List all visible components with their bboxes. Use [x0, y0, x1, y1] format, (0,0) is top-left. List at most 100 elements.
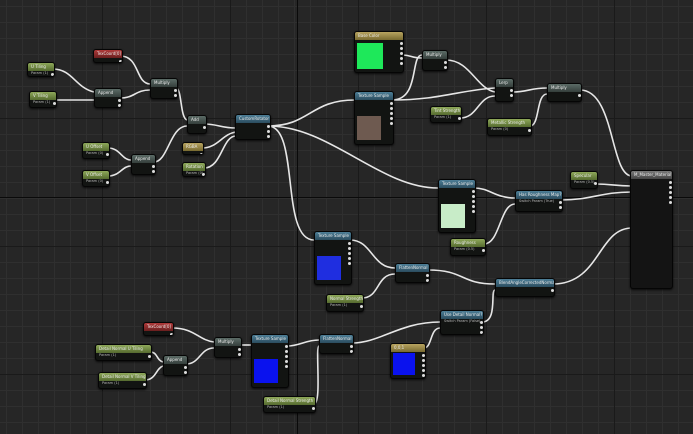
output-pin[interactable] — [348, 262, 351, 265]
node-append-detail[interactable]: Append — [163, 355, 188, 376]
output-pin[interactable] — [267, 135, 270, 138]
node-flatten-normal[interactable]: FlattenNormal — [395, 263, 430, 283]
output-pin[interactable] — [422, 369, 425, 372]
node-texture-roughness[interactable]: Texture Sample — [438, 179, 476, 233]
node-append-offset[interactable]: Append — [131, 154, 156, 175]
node-texcoord-detail[interactable]: TexCoord[0] — [143, 322, 174, 336]
output-pin[interactable] — [53, 102, 56, 105]
node-multiply-detail[interactable]: Multiply — [214, 337, 242, 358]
output-pin[interactable] — [400, 62, 403, 65]
output-pin[interactable] — [444, 66, 447, 69]
output-pin[interactable] — [510, 89, 513, 92]
output-pin[interactable] — [528, 129, 531, 132]
output-pin[interactable] — [390, 122, 393, 125]
node-tint-strength[interactable]: Tint Strength Param (1) — [430, 106, 462, 123]
node-texcoord-top[interactable]: TexCoord[0] — [93, 49, 123, 63]
node-vector-const-detail[interactable]: 0,0,1 — [390, 343, 426, 379]
output-pin[interactable] — [444, 61, 447, 64]
node-texture-detail[interactable]: Texture Sample — [251, 334, 289, 388]
output-pin[interactable] — [350, 350, 353, 353]
node-material-output[interactable]: M_Master_Material — [630, 170, 673, 289]
output-pin[interactable] — [390, 107, 393, 110]
output-pin[interactable] — [400, 57, 403, 60]
output-pin[interactable] — [148, 355, 151, 358]
output-pin[interactable] — [350, 345, 353, 348]
output-pin[interactable] — [422, 359, 425, 362]
output-pin[interactable] — [510, 94, 513, 97]
output-pin[interactable] — [400, 47, 403, 50]
output-pin[interactable] — [480, 321, 483, 324]
output-pin[interactable] — [312, 407, 315, 410]
output-pin[interactable] — [348, 257, 351, 260]
output-pin[interactable] — [203, 126, 206, 129]
output-pin[interactable] — [426, 279, 429, 282]
node-u-tiling[interactable]: U Tiling Param (1) — [27, 62, 55, 77]
output-pin[interactable] — [669, 191, 672, 194]
output-pin[interactable] — [152, 165, 155, 168]
node-u-offset[interactable]: U Offset Param (0) — [82, 142, 110, 159]
output-pin[interactable] — [267, 125, 270, 128]
node-add-top[interactable]: Add — [187, 115, 207, 134]
node-blend-angle-normals[interactable]: BlendAngleCorrectedNormals — [495, 278, 555, 297]
node-has-roughness-switch[interactable]: Has Roughness Map? Switch Param (True) — [515, 190, 563, 212]
output-pin[interactable] — [472, 205, 475, 208]
output-pin[interactable] — [390, 102, 393, 105]
output-pin[interactable] — [143, 383, 146, 386]
output-pin[interactable] — [106, 181, 109, 184]
node-multiply-color[interactable]: Multiply — [422, 50, 448, 71]
output-pin[interactable] — [360, 305, 363, 308]
output-pin[interactable] — [348, 242, 351, 245]
node-metallic-strength[interactable]: Metallic Strength Param (0) — [487, 118, 532, 136]
node-append-top[interactable]: Append — [94, 88, 122, 108]
output-pin[interactable] — [238, 348, 241, 351]
node-custom-rotator[interactable]: CustomRotator — [235, 114, 271, 140]
output-pin[interactable] — [285, 355, 288, 358]
node-use-detail-normal-switch[interactable]: Use Detail Normal? Switch Param (False) — [440, 310, 484, 335]
output-pin[interactable] — [285, 360, 288, 363]
node-normal-strength[interactable]: Normal Strength Param (1) — [326, 294, 364, 312]
output-pin[interactable] — [480, 331, 483, 334]
output-pin[interactable] — [400, 52, 403, 55]
output-pin[interactable] — [390, 112, 393, 115]
output-pin[interactable] — [348, 247, 351, 250]
output-pin[interactable] — [594, 182, 597, 185]
output-pin[interactable] — [551, 289, 554, 292]
output-pin[interactable] — [480, 326, 483, 329]
output-pin[interactable] — [106, 153, 109, 156]
node-texture-normal[interactable]: Texture Sample — [314, 231, 352, 285]
output-pin[interactable] — [170, 333, 173, 335]
output-pin[interactable] — [202, 173, 205, 176]
output-pin[interactable] — [267, 130, 270, 133]
output-pin[interactable] — [285, 345, 288, 348]
output-pin[interactable] — [669, 181, 672, 184]
output-pin[interactable] — [422, 354, 425, 357]
output-pin[interactable] — [669, 201, 672, 204]
node-roughness[interactable]: Roughness Param (0.5) — [450, 238, 486, 256]
output-pin[interactable] — [559, 206, 562, 209]
output-pin[interactable] — [51, 73, 54, 76]
output-pin[interactable] — [422, 374, 425, 377]
material-graph-canvas[interactable]: U Tiling Param (1) V Tiling Param (1) Te… — [0, 0, 693, 434]
output-pin[interactable] — [482, 249, 485, 252]
output-pin[interactable] — [184, 366, 187, 369]
node-rgba-const[interactable]: RGBA — [182, 142, 204, 155]
output-pin[interactable] — [118, 99, 121, 102]
output-pin[interactable] — [238, 353, 241, 356]
output-pin[interactable] — [426, 274, 429, 277]
output-pin[interactable] — [422, 364, 425, 367]
node-detail-normal-strength[interactable]: Detail Normal Strength Param (1) — [263, 396, 316, 413]
node-v-offset[interactable]: V Offset Param (0) — [82, 170, 110, 187]
output-pin[interactable] — [390, 117, 393, 120]
node-multiply-top[interactable]: Multiply — [150, 78, 178, 99]
output-pin[interactable] — [559, 201, 562, 204]
output-pin[interactable] — [174, 89, 177, 92]
output-pin[interactable] — [472, 210, 475, 213]
output-pin[interactable] — [118, 104, 121, 107]
output-pin[interactable] — [458, 117, 461, 120]
output-pin[interactable] — [578, 94, 581, 97]
output-pin[interactable] — [174, 94, 177, 97]
node-v-tiling[interactable]: V Tiling Param (1) — [29, 91, 57, 108]
node-texture-diffuse[interactable]: Texture Sample — [354, 91, 394, 145]
output-pin[interactable] — [472, 200, 475, 203]
output-pin[interactable] — [348, 252, 351, 255]
